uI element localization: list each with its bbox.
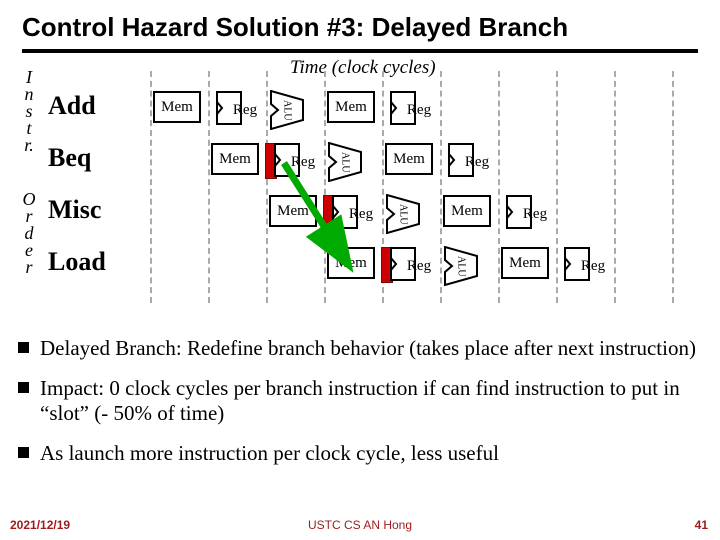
pipeline-diagram: I n s t r. O r d e r Add Beq Misc Load T… [20, 61, 696, 321]
instr-label: I n s t r. [22, 69, 36, 154]
stage-mem: Mem [211, 143, 259, 175]
stage-reg: Reg [390, 247, 448, 285]
title-rule [22, 49, 698, 53]
bullet-item: As launch more instruction per clock cyc… [18, 441, 706, 467]
footer-course: USTC CS AN Hong [308, 518, 412, 532]
stage-mem: Mem [501, 247, 549, 279]
footer-date: 2021/12/19 [10, 518, 70, 532]
instr-beq: Beq [48, 143, 91, 173]
bullet-item: Delayed Branch: Redefine branch behavior… [18, 336, 706, 362]
instr-misc: Misc [48, 195, 101, 225]
page-title: Control Hazard Solution #3: Delayed Bran… [22, 12, 698, 43]
stage-mem: Mem [443, 195, 491, 227]
stage-alu: ALU [386, 194, 420, 234]
footer-page: 41 [695, 518, 708, 532]
stage-reg: Reg [448, 143, 506, 181]
order-label: O r d e r [22, 191, 36, 276]
stage-reg: Reg [506, 195, 564, 233]
stage-reg: Reg [564, 247, 622, 285]
stage-alu: ALU [270, 90, 304, 130]
stage-alu: ALU [444, 246, 478, 286]
instr-load: Load [48, 247, 106, 277]
stage-reg: Reg [390, 91, 448, 129]
bullet-list: Delayed Branch: Redefine branch behavior… [18, 336, 706, 466]
bullet-item: Impact: 0 clock cycles per branch instru… [18, 376, 706, 427]
instr-add: Add [48, 91, 96, 121]
branch-arrow-icon [274, 157, 374, 277]
stage-mem: Mem [385, 143, 433, 175]
stage-mem: Mem [153, 91, 201, 123]
stage-mem: Mem [327, 91, 375, 123]
stage-reg: Reg [216, 91, 274, 129]
slide: Control Hazard Solution #3: Delayed Bran… [0, 0, 720, 540]
